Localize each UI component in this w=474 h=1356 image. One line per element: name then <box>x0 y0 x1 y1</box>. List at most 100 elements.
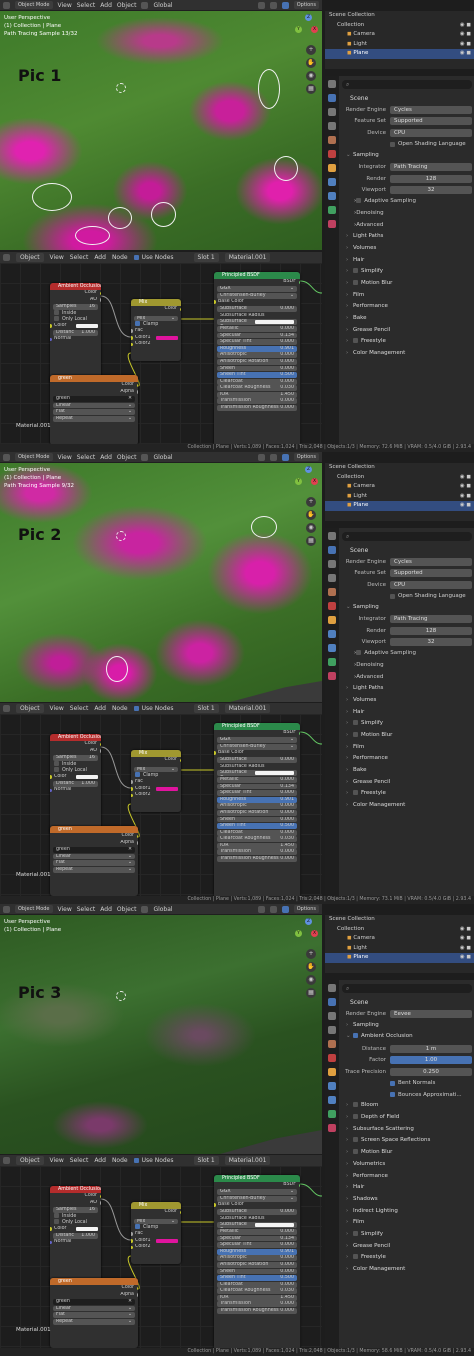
outliner-scene-collection[interactable]: Scene Collection <box>325 11 474 21</box>
properties-search[interactable]: ⌕ <box>342 532 472 541</box>
menu-add[interactable]: Add <box>100 906 112 913</box>
only-local-checkbox[interactable]: Only Local <box>50 767 101 774</box>
principled-bsdf-node[interactable]: Principled BSDF BSDF GGX ⌄ Christensen-Bu… <box>214 272 300 444</box>
section-indirect-lighting[interactable]: › Indirect Lighting <box>340 1206 474 1218</box>
section-hair[interactable]: › Hair <box>340 1182 474 1194</box>
transform-orientation[interactable]: Global <box>153 2 172 9</box>
shading-rendered-icon[interactable] <box>281 1 289 9</box>
clamp-checkbox[interactable]: Clamp <box>131 321 181 328</box>
ambient-occlusion-node[interactable]: Ambient Occlusion Color AO Samples 16 Ins… <box>50 734 101 835</box>
section-grease-pencil[interactable]: › Grease Pencil <box>340 1241 474 1253</box>
properties-editor[interactable]: ⌕ Scene Render Engine Cycles Feature Set S… <box>325 528 474 896</box>
menu-select[interactable]: Select <box>77 454 96 461</box>
camera-view-icon[interactable]: ◉ <box>306 975 316 985</box>
bsdf-input-row[interactable]: Metallic 0.000 <box>217 325 297 332</box>
object-dropdown[interactable]: Object <box>16 704 44 713</box>
slot-dropdown[interactable]: Slot 1 <box>193 1156 219 1165</box>
hand-icon[interactable]: ✋ <box>306 510 316 520</box>
shading-material-icon[interactable] <box>269 905 277 913</box>
physics-tab-icon[interactable] <box>328 192 336 200</box>
ao-factor-row[interactable]: Factor 1.00 <box>340 1054 474 1066</box>
bsdf-input-row[interactable]: Subsurface Radius <box>217 313 297 319</box>
axis-z-icon[interactable]: Z <box>305 14 312 21</box>
shading-solid-icon[interactable] <box>257 905 265 913</box>
bsdf-input-row[interactable]: Sheen Tint 0.500 <box>217 823 297 829</box>
bsdf-input-row[interactable]: Anisotropic 0.000 <box>217 1255 297 1262</box>
shading-rendered-icon[interactable] <box>281 453 289 461</box>
inside-checkbox[interactable]: Inside <box>50 309 101 317</box>
3d-cursor[interactable] <box>116 83 126 93</box>
node-menu-view[interactable]: View <box>50 1157 64 1164</box>
menu-view[interactable]: View <box>58 2 72 9</box>
output-tab-icon[interactable] <box>328 108 336 116</box>
subsection-advanced[interactable]: ›Advanced <box>340 672 474 684</box>
bsdf-input-row[interactable]: Sheen 0.000 <box>217 1268 297 1275</box>
section-sampling[interactable]: ⌄ Sampling <box>340 150 474 162</box>
bsdf-input-row[interactable]: Subsurface C... <box>217 319 297 326</box>
data-tab-icon[interactable] <box>328 1110 336 1118</box>
color1-input[interactable]: Color1 <box>131 335 181 342</box>
bsdf-input-row[interactable]: Subsurface Radius <box>217 1216 297 1222</box>
camera-view-icon[interactable]: ◉ <box>306 71 316 81</box>
outliner-item-plane[interactable]: ◼ Plane ◉ ◼ <box>325 953 474 963</box>
clamp-checkbox[interactable]: Clamp <box>131 1224 181 1231</box>
3d-viewport[interactable]: User Perspective (1) Collection | Plane … <box>0 11 322 250</box>
axis-x-icon[interactable]: X <box>311 26 318 33</box>
bsdf-input-row[interactable]: Clearcoat 0.000 <box>217 1281 297 1288</box>
only-local-checkbox[interactable]: Only Local <box>50 1219 101 1226</box>
section-performance[interactable]: › Performance <box>340 1171 474 1183</box>
use-nodes-checkbox[interactable]: Use Nodes <box>133 1157 174 1164</box>
subsection-denoising[interactable]: ›Denoising <box>340 208 474 220</box>
node-menu-view[interactable]: View <box>50 254 64 261</box>
section-ambient-occlusion[interactable]: ⌄ Ambient Occlusion <box>340 1031 474 1043</box>
menu-view[interactable]: View <box>58 906 72 913</box>
section-film[interactable]: › Film <box>340 290 474 302</box>
physics-tab-icon[interactable] <box>328 644 336 652</box>
section-motion-blur[interactable]: › Motion Blur <box>340 278 474 290</box>
outliner-scene-collection[interactable]: Scene Collection <box>325 463 474 473</box>
bsdf-input-row[interactable]: Subsurface 0.000 <box>217 1209 297 1215</box>
transform-orientation-icon[interactable] <box>141 453 149 461</box>
properties-tabs[interactable] <box>325 528 339 896</box>
principled-bsdf-node[interactable]: Principled BSDF BSDF GGX ⌄ Christensen-Bu… <box>214 723 300 896</box>
mode-dropdown[interactable]: Object Mode <box>15 1 53 9</box>
distribution-dropdown[interactable]: GGX ⌄ <box>217 286 297 293</box>
interpolation-dropdown[interactable]: Linear ⌄ <box>53 1305 135 1312</box>
node-menu-select[interactable]: Select <box>70 705 89 712</box>
ao-trace-precision-row[interactable]: Trace Precision 0.250 <box>340 1066 474 1078</box>
section-volumes[interactable]: › Volumes <box>340 695 474 707</box>
subsection-adaptive-sampling[interactable]: › Adaptive Sampling <box>340 648 474 660</box>
material-tab-icon[interactable] <box>328 1124 336 1132</box>
tool-tab-icon[interactable] <box>328 80 336 88</box>
clamp-checkbox[interactable]: Clamp <box>131 772 181 779</box>
node-editor-type-icon[interactable] <box>3 1157 10 1164</box>
properties-editor[interactable]: ⌕ Scene Render Engine Cycles Feature Set S… <box>325 76 474 444</box>
bsdf-input-row[interactable]: Subsurface C... <box>217 770 297 777</box>
projection-dropdown[interactable]: Flat ⌄ <box>53 409 135 415</box>
editor-type-icon[interactable] <box>3 905 10 913</box>
section-sampling[interactable]: ⌄ Sampling <box>340 602 474 614</box>
properties-tabs[interactable] <box>325 980 339 1348</box>
outliner-item-camera[interactable]: ◼ Camera ◉ ◼ <box>325 482 474 492</box>
transform-orientation-icon[interactable] <box>141 905 149 913</box>
world-tab-icon[interactable] <box>328 150 336 158</box>
bsdf-input-row[interactable]: Clearcoat Roughness 0.030 <box>217 1288 297 1295</box>
mode-dropdown[interactable]: Object Mode <box>15 905 53 913</box>
object-dropdown[interactable]: Object <box>16 1156 44 1165</box>
bsdf-input-row[interactable]: Transmission Roughness 0.000 <box>217 856 297 862</box>
menu-select[interactable]: Select <box>77 906 96 913</box>
node-editor-canvas[interactable]: Ambient Occlusion Color AO Samples 16 Ins… <box>0 263 322 444</box>
grid-icon[interactable]: ▦ <box>306 84 316 94</box>
image-texture-node[interactable]: green Color Alpha green ✕ Linear ⌄ Flat ⌄ R… <box>50 826 138 896</box>
device-row[interactable]: Device CPU <box>340 127 474 139</box>
section-hair[interactable]: › Hair <box>340 707 474 719</box>
integrator-row[interactable]: Integrator Path Tracing <box>340 614 474 626</box>
bsdf-input-row[interactable]: Roughness 0.901 <box>217 1248 297 1255</box>
image-datablock[interactable]: green ✕ <box>53 846 135 853</box>
grid-icon[interactable]: ▦ <box>306 536 316 546</box>
section-simplify[interactable]: › Simplify <box>340 1229 474 1241</box>
bsdf-input-row[interactable]: IOR 1.450 <box>217 391 297 398</box>
section-freestyle[interactable]: › Freestyle <box>340 1252 474 1264</box>
view-layer-tab-icon[interactable] <box>328 1026 336 1034</box>
bsdf-input-row[interactable]: Transmission Roughness 0.000 <box>217 1308 297 1314</box>
